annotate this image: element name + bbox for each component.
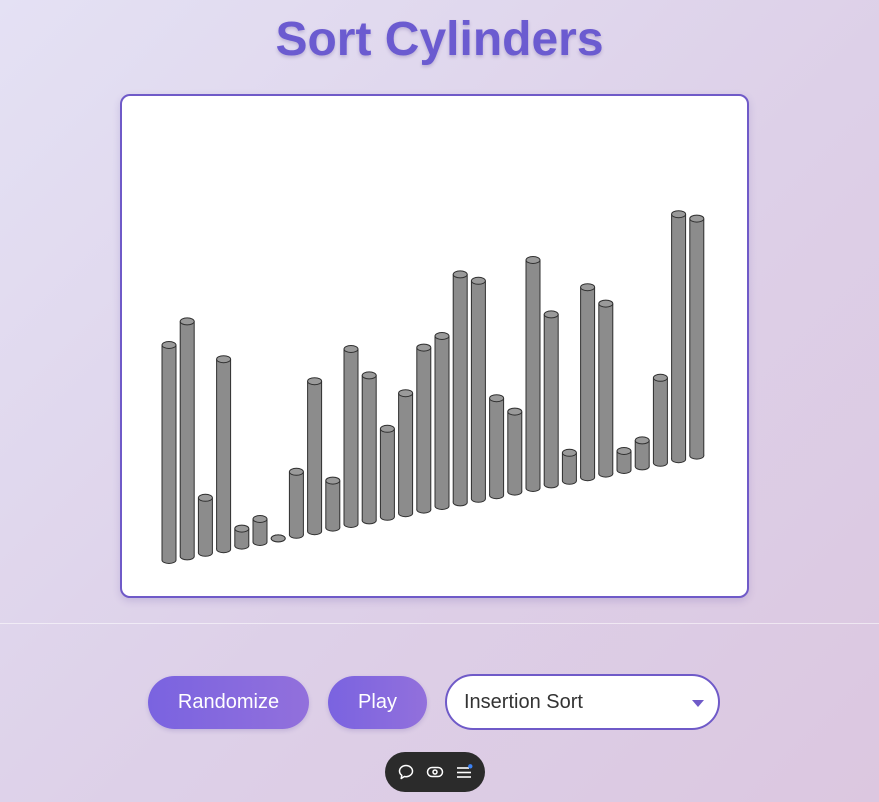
cylinder-1 bbox=[161, 341, 177, 564]
cylinder-3 bbox=[197, 493, 213, 557]
cylinder-6 bbox=[252, 515, 268, 546]
cylinder-11 bbox=[343, 345, 359, 528]
cylinder-12 bbox=[361, 371, 377, 525]
cylinder-29 bbox=[671, 210, 687, 464]
cylinder-4 bbox=[216, 355, 232, 554]
cylinder-27 bbox=[634, 436, 650, 471]
floating-toolbar bbox=[385, 752, 485, 792]
cylinder-16 bbox=[434, 332, 450, 510]
cylinder-7 bbox=[270, 534, 286, 543]
cylinder-19 bbox=[489, 394, 505, 500]
comment-icon[interactable] bbox=[395, 761, 417, 783]
cylinder-18 bbox=[470, 276, 486, 503]
cylinder-5 bbox=[234, 524, 250, 550]
cylinder-23 bbox=[561, 448, 577, 485]
cylinder-21 bbox=[525, 256, 541, 492]
randomize-button[interactable]: Randomize bbox=[148, 676, 309, 729]
cylinder-17 bbox=[452, 270, 468, 507]
algorithm-select-value: Insertion Sort bbox=[464, 691, 583, 713]
cylinder-30 bbox=[689, 214, 705, 460]
cylinder-24 bbox=[580, 283, 596, 482]
divider bbox=[0, 623, 879, 624]
eye-icon[interactable] bbox=[424, 761, 446, 783]
cylinder-2 bbox=[179, 317, 195, 561]
cylinder-28 bbox=[652, 373, 668, 467]
cylinder-9 bbox=[307, 377, 323, 536]
cylinder-chart bbox=[161, 210, 705, 564]
algorithm-select[interactable]: Insertion Sort bbox=[445, 674, 720, 730]
cylinder-20 bbox=[507, 407, 523, 496]
cylinder-13 bbox=[379, 424, 395, 521]
cylinder-25 bbox=[598, 299, 614, 478]
cylinder-14 bbox=[398, 389, 414, 518]
cylinder-canvas bbox=[120, 94, 749, 598]
play-button[interactable]: Play bbox=[328, 676, 427, 729]
cylinder-26 bbox=[616, 447, 632, 474]
cylinder-15 bbox=[416, 343, 432, 514]
menu-icon[interactable] bbox=[453, 761, 475, 783]
cylinder-8 bbox=[288, 467, 304, 539]
chevron-down-icon bbox=[692, 700, 704, 707]
notification-dot bbox=[468, 764, 473, 769]
cylinder-22 bbox=[543, 310, 559, 489]
cylinder-10 bbox=[325, 476, 341, 532]
